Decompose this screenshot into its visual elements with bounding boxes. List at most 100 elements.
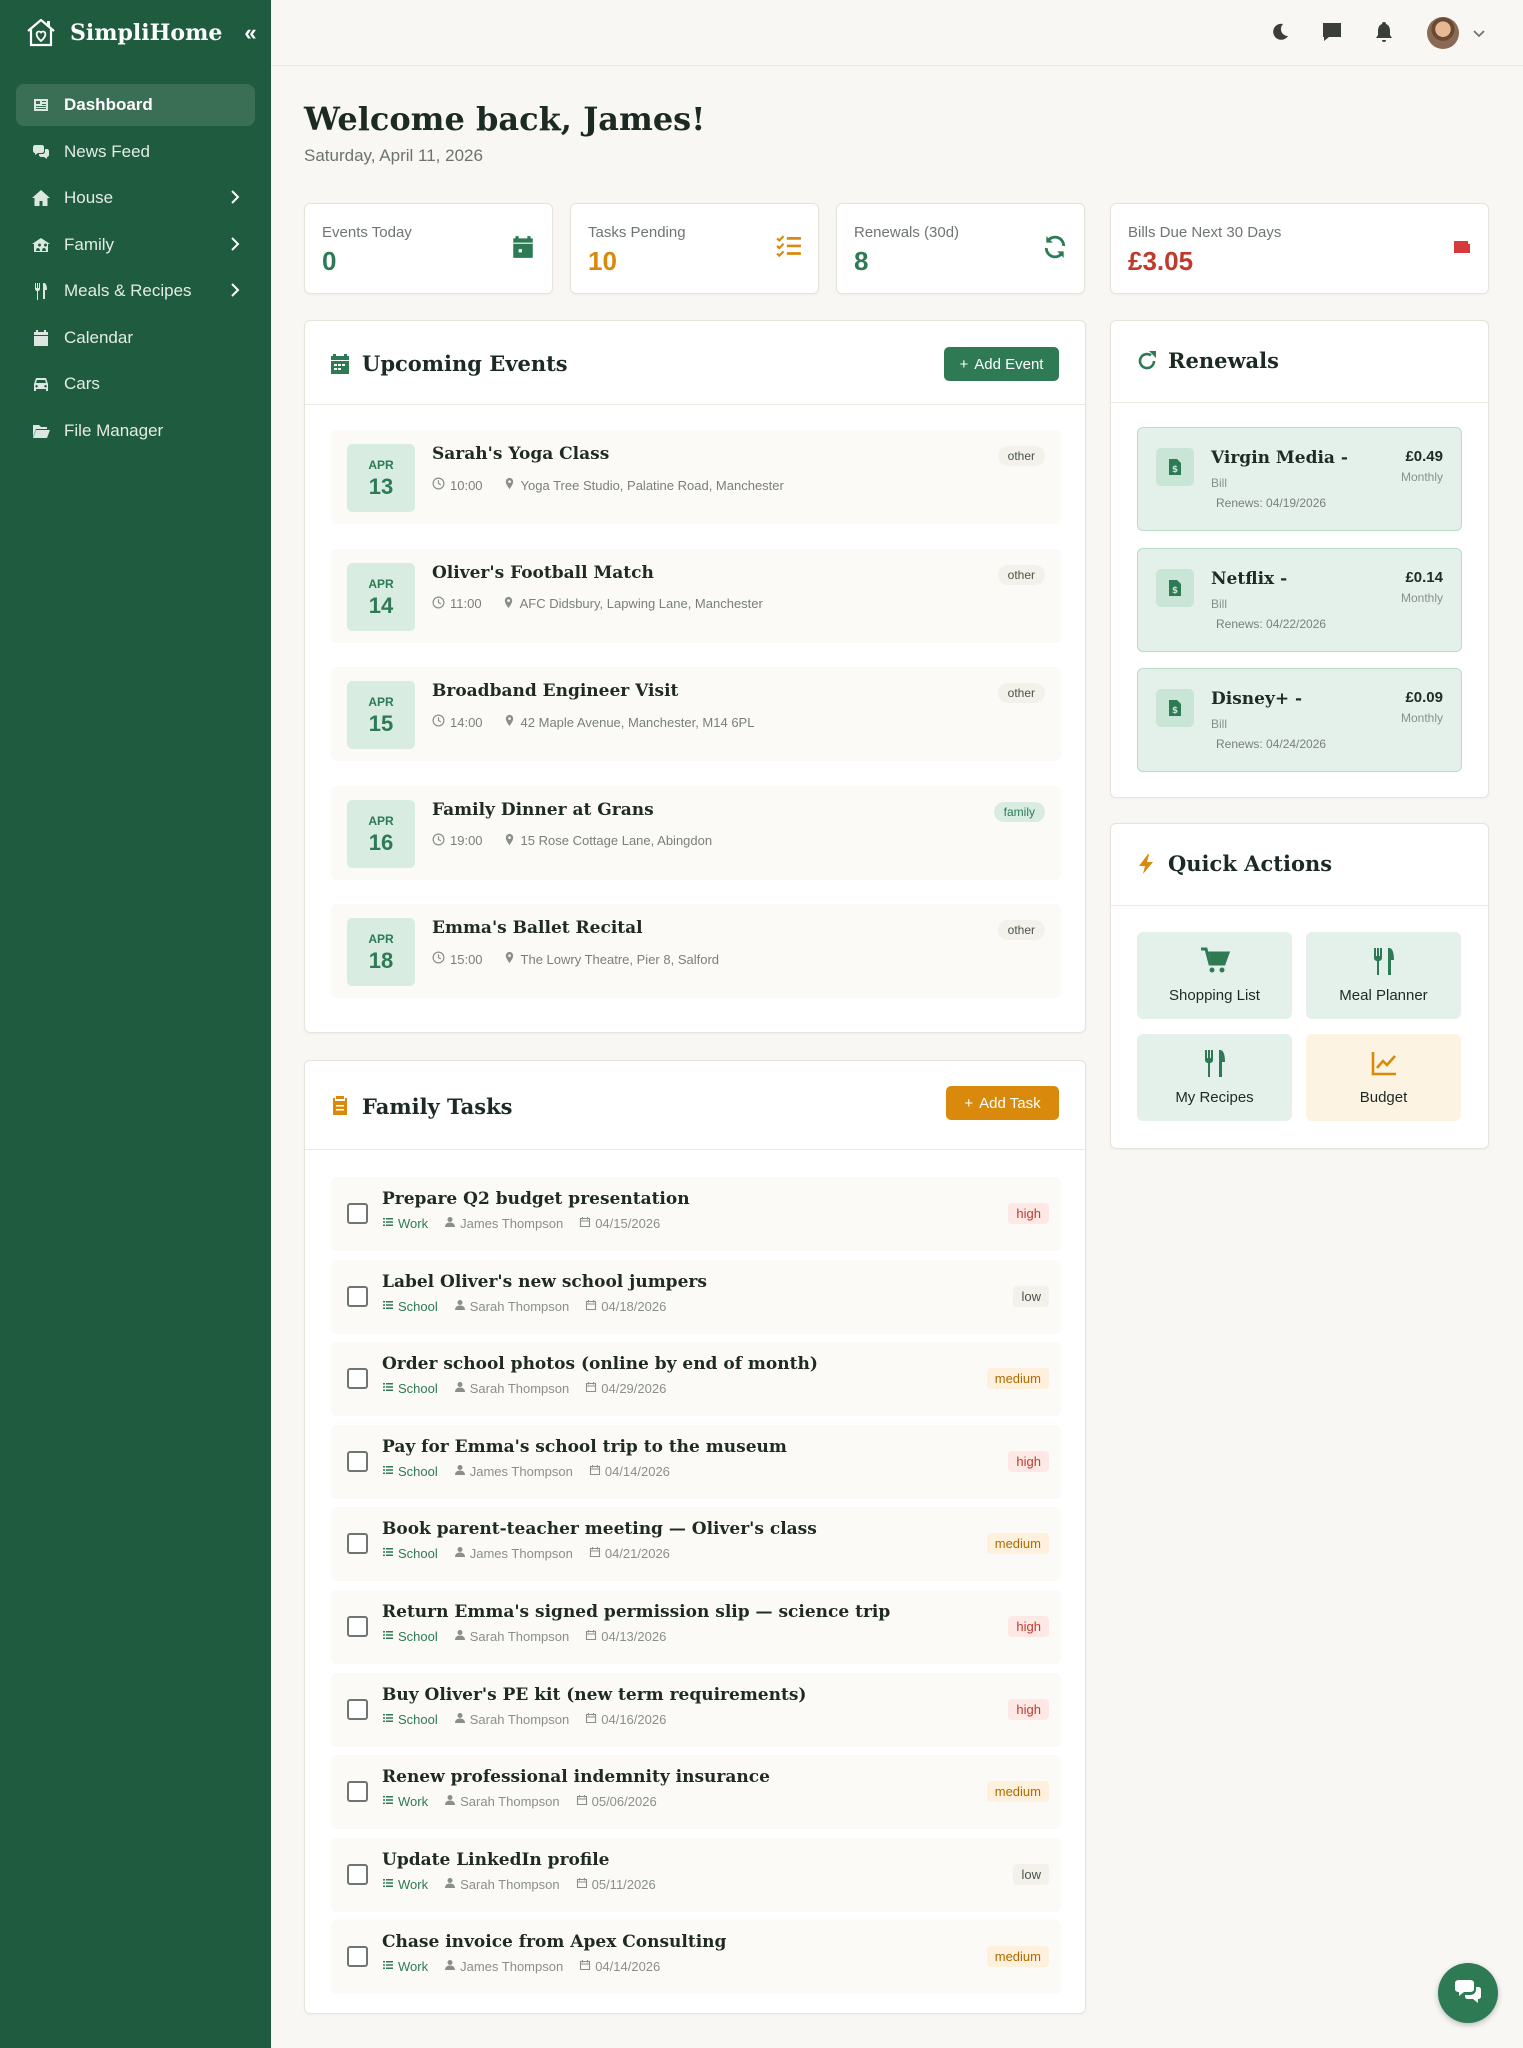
brand[interactable]: SimpliHome « (0, 0, 271, 66)
sidebar-item-family[interactable]: Family (16, 224, 255, 266)
sidebar-item-cars[interactable]: Cars (16, 363, 255, 405)
task-category: Work (398, 1794, 429, 1810)
renewal-item[interactable]: $ Virgin Media - Bill Renews: 04/19/2026… (1137, 427, 1462, 531)
event-month: APR (368, 576, 394, 591)
task-item[interactable]: Pay for Emma's school trip to the museum… (331, 1424, 1061, 1499)
task-checkbox[interactable] (347, 1698, 368, 1720)
user-icon (454, 1381, 466, 1396)
event-location: 15 Rose Cottage Lane, Abingdon (520, 833, 713, 848)
task-checkbox[interactable] (347, 1368, 368, 1390)
refresh-icon (1044, 235, 1066, 259)
task-checkbox[interactable] (347, 1533, 368, 1555)
task-item[interactable]: Prepare Q2 budget presentation Work Jame… (331, 1177, 1061, 1251)
card-header: Upcoming Events + Add Event (305, 321, 1085, 405)
avatar[interactable] (1427, 17, 1459, 49)
quick-action-budget[interactable]: Budget (1306, 1034, 1461, 1121)
event-title: Oliver's Football Match (432, 562, 654, 583)
clock-icon (432, 833, 445, 849)
calendar-icon (585, 1381, 597, 1396)
task-checkbox[interactable] (347, 1285, 368, 1307)
task-category: Work (398, 1959, 429, 1975)
task-item[interactable]: Update LinkedIn profile Work Sarah Thomp… (331, 1837, 1061, 1912)
bell-icon[interactable] (1372, 20, 1396, 44)
stat-card-renewals[interactable]: Renewals (30d) 8 (836, 203, 1085, 294)
collapse-sidebar-icon[interactable]: « (244, 20, 256, 46)
sidebar-item-news-feed[interactable]: News Feed (16, 131, 255, 173)
add-event-button[interactable]: + Add Event (944, 347, 1059, 381)
task-item[interactable]: Book parent-teacher meeting — Oliver's c… (331, 1507, 1061, 1582)
quick-action-meal-planner[interactable]: Meal Planner (1306, 932, 1461, 1019)
calendar-icon (589, 1546, 601, 1561)
sidebar-item-label: House (64, 188, 114, 207)
event-item[interactable]: APR 15 Broadband Engineer Visit 14:00 42… (331, 667, 1061, 761)
task-item[interactable]: Renew professional indemnity insurance W… (331, 1755, 1061, 1830)
messages-icon[interactable] (1320, 20, 1344, 44)
calendar-icon (585, 1299, 597, 1314)
event-item[interactable]: APR 16 Family Dinner at Grans 19:00 15 R… (331, 785, 1061, 880)
task-checkbox[interactable] (347, 1946, 368, 1968)
task-assignee: Sarah Thompson (469, 1711, 570, 1727)
task-due-date: 04/14/2026 (595, 1959, 661, 1975)
event-date-badge: APR 14 (347, 562, 415, 631)
stat-card-tasks-pending[interactable]: Tasks Pending 10 (570, 203, 819, 294)
event-item[interactable]: APR 14 Oliver's Football Match 11:00 AFC… (331, 548, 1061, 643)
task-checkbox[interactable] (347, 1781, 368, 1803)
stat-label: Events Today (322, 224, 412, 241)
list-icon (382, 1216, 394, 1231)
sidebar-nav: Dashboard News Feed House Family Meals &… (0, 84, 271, 452)
event-item[interactable]: APR 13 Sarah's Yoga Class 10:00 Yoga Tre… (331, 430, 1061, 524)
priority-badge: low (1013, 1863, 1049, 1885)
sidebar-item-meals-recipes[interactable]: Meals & Recipes (16, 270, 255, 312)
task-checkbox[interactable] (347, 1450, 368, 1472)
sidebar-item-file-manager[interactable]: File Manager (16, 410, 255, 452)
event-meta: 19:00 15 Rose Cottage Lane, Abingdon (432, 833, 712, 849)
quick-action-my-recipes[interactable]: My Recipes (1137, 1034, 1292, 1121)
task-assignee: Sarah Thompson (469, 1381, 570, 1397)
task-assignee: James Thompson (469, 1546, 573, 1562)
task-due-date: 05/11/2026 (591, 1876, 656, 1892)
task-item[interactable]: Buy Oliver's PE kit (new term requiremen… (331, 1672, 1061, 1747)
task-item[interactable]: Chase invoice from Apex Consulting Work … (331, 1920, 1061, 1995)
renewal-name: Virgin Media - (1211, 448, 1348, 468)
task-title: Pay for Emma's school trip to the museum (382, 1436, 787, 1457)
task-due-date: 04/15/2026 (595, 1216, 661, 1231)
family-tasks-card: Family Tasks + Add Task Prepare Q2 budge… (304, 1060, 1086, 2014)
renewal-item[interactable]: $ Disney+ - Bill Renews: 04/24/2026 £0.0… (1137, 668, 1462, 772)
svg-text:$: $ (1172, 465, 1178, 475)
moon-icon[interactable] (1268, 20, 1292, 44)
quick-action-label: Shopping List (1169, 987, 1260, 1004)
event-title: Emma's Ballet Recital (432, 918, 643, 938)
task-checkbox[interactable] (347, 1616, 368, 1637)
plus-icon: + (964, 1094, 974, 1112)
task-checkbox[interactable] (347, 1863, 368, 1885)
event-item[interactable]: APR 18 Emma's Ballet Recital 15:00 The L… (331, 904, 1061, 998)
task-item[interactable]: Return Emma's signed permission slip — s… (331, 1590, 1061, 1664)
event-month: APR (368, 458, 394, 472)
calendar-icon (589, 1464, 601, 1479)
task-item[interactable]: Order school photos (online by end of mo… (331, 1342, 1061, 1417)
task-item[interactable]: Label Oliver's new school jumpers School… (331, 1259, 1061, 1334)
list-icon (382, 1712, 394, 1727)
task-meta: Work James Thompson 04/15/2026 (382, 1216, 660, 1231)
chevron-down-icon[interactable] (1472, 26, 1486, 40)
event-meta: 10:00 Yoga Tree Studio, Palatine Road, M… (432, 477, 784, 493)
folder-icon (30, 420, 52, 442)
bolt-icon (1139, 854, 1153, 874)
task-meta: School Sarah Thompson 04/16/2026 (382, 1712, 666, 1727)
add-task-button[interactable]: + Add Task (946, 1086, 1059, 1120)
renewal-item[interactable]: $ Netflix - Bill Renews: 04/22/2026 £0.1… (1137, 547, 1462, 652)
sidebar-item-calendar[interactable]: Calendar (16, 317, 255, 359)
stat-card-bills-due[interactable]: Bills Due Next 30 Days £3.05 (1110, 203, 1489, 294)
quick-action-shopping-list[interactable]: Shopping List (1137, 932, 1292, 1019)
event-meta: 11:00 AFC Didsbury, Lapwing Lane, Manche… (432, 596, 763, 612)
task-assignee: Sarah Thompson (469, 1629, 570, 1644)
stat-card-events-today[interactable]: Events Today 0 (304, 203, 553, 294)
chat-button[interactable] (1438, 1963, 1498, 2023)
map-pin-icon (503, 951, 516, 967)
sidebar-item-dashboard[interactable]: Dashboard (16, 84, 255, 126)
task-checkbox[interactable] (347, 1203, 368, 1224)
invoice-icon: $ (1156, 568, 1194, 607)
priority-badge: high (1008, 1450, 1049, 1472)
sidebar-item-house[interactable]: House (16, 177, 255, 219)
sidebar-item-label: Dashboard (64, 95, 153, 114)
